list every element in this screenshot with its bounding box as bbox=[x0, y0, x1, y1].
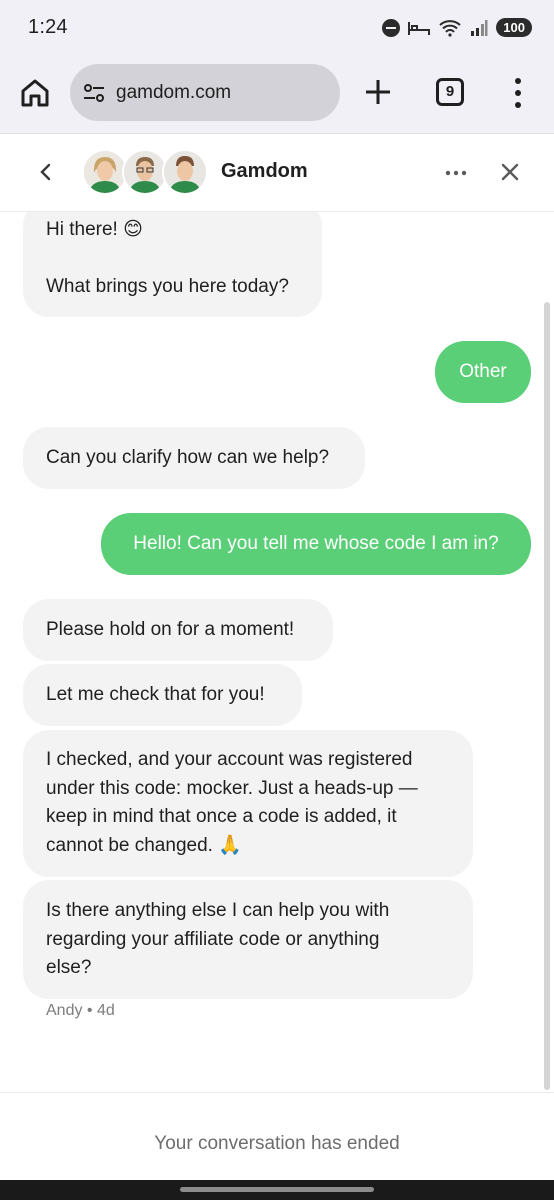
agent-message: Let me check that for you! bbox=[23, 664, 302, 726]
do-not-disturb-icon bbox=[382, 18, 401, 37]
more-options-icon[interactable] bbox=[444, 163, 468, 183]
site-settings-icon[interactable] bbox=[82, 81, 106, 105]
message-line: Hello! Can you tell me whose code I am i… bbox=[133, 532, 499, 554]
message-line: Let me check that for you! bbox=[46, 684, 265, 705]
agent-avatars bbox=[82, 149, 208, 195]
battery-indicator: 100 bbox=[496, 18, 532, 37]
message-line: keep in mind that once a code is added, … bbox=[46, 806, 397, 827]
status-bar: 1:24 100 bbox=[0, 0, 554, 58]
address-bar[interactable]: gamdom.com bbox=[70, 64, 340, 121]
message-line: What brings you here today? bbox=[46, 276, 289, 297]
message-line: Other bbox=[459, 360, 507, 382]
tab-switcher-button[interactable]: 9 bbox=[436, 78, 464, 106]
signal-icon bbox=[471, 19, 488, 36]
more-menu-icon[interactable] bbox=[508, 78, 528, 108]
message-sender-timestamp: Andy • 4d bbox=[46, 1002, 115, 1019]
url-text: gamdom.com bbox=[116, 81, 232, 103]
user-message: Hello! Can you tell me whose code I am i… bbox=[101, 513, 531, 575]
back-arrow-icon[interactable] bbox=[34, 160, 58, 184]
status-time: 1:24 bbox=[28, 16, 68, 38]
scrollbar[interactable] bbox=[544, 302, 550, 1090]
agent-message: I checked, and your account was register… bbox=[23, 730, 473, 877]
message-list[interactable]: Hi there! 😊 What brings you here today? … bbox=[0, 212, 554, 1092]
message-line: regarding your affiliate code or anythin… bbox=[46, 928, 380, 950]
user-message: Other bbox=[435, 341, 531, 403]
status-icons: 100 bbox=[382, 18, 532, 37]
chat-footer: Your conversation has ended bbox=[0, 1092, 554, 1180]
message-line: Is there anything else I can help you wi… bbox=[46, 900, 390, 921]
system-navigation-bar bbox=[0, 1180, 554, 1200]
home-icon[interactable] bbox=[18, 76, 52, 110]
chat-header: Gamdom bbox=[0, 134, 554, 212]
message-line: cannot be changed. 🙏 bbox=[46, 834, 242, 856]
message-line: else? bbox=[46, 957, 92, 978]
message-line bbox=[46, 245, 299, 274]
avatar bbox=[162, 149, 208, 195]
bed-icon bbox=[408, 21, 431, 35]
agent-message: Is there anything else I can help you wi… bbox=[23, 880, 473, 999]
message-line: Can you clarify how can we help? bbox=[46, 447, 330, 468]
agent-message: Please hold on for a moment! bbox=[23, 599, 333, 661]
home-gesture-handle[interactable] bbox=[180, 1187, 374, 1192]
chat-title: Gamdom bbox=[221, 160, 308, 182]
message-line: under this code: mocker. Just a heads-up… bbox=[46, 777, 418, 799]
wifi-icon bbox=[439, 19, 461, 37]
close-icon[interactable] bbox=[498, 160, 522, 184]
message-line: Hi there! 😊 bbox=[46, 219, 143, 240]
message-line: I checked, and your account was register… bbox=[46, 749, 413, 770]
conversation-ended-notice: Your conversation has ended bbox=[154, 1133, 400, 1154]
agent-message: Can you clarify how can we help? bbox=[23, 427, 365, 489]
message-line: Please hold on for a moment! bbox=[46, 619, 295, 640]
agent-message: Hi there! 😊 What brings you here today? bbox=[23, 212, 322, 317]
browser-toolbar: gamdom.com 9 bbox=[0, 58, 554, 134]
new-tab-icon[interactable] bbox=[362, 76, 394, 108]
